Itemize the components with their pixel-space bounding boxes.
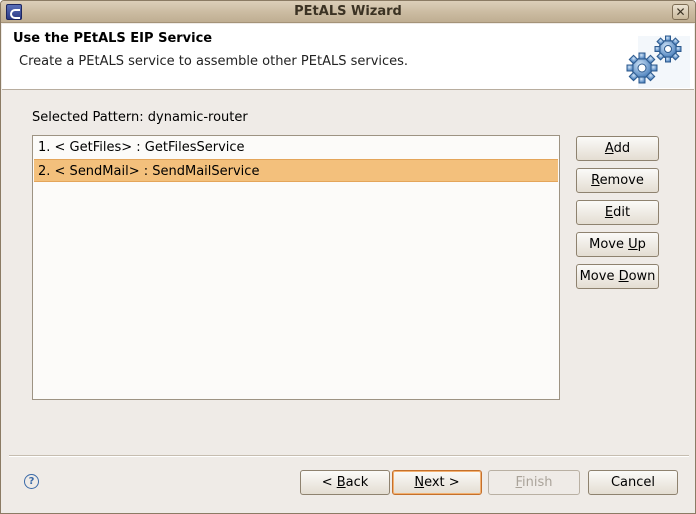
- list-item[interactable]: 1. < GetFiles> : GetFilesService: [34, 136, 558, 159]
- services-list[interactable]: 1. < GetFiles> : GetFilesService 2. < Se…: [32, 135, 560, 400]
- page-title: Use the PEtALS EIP Service: [13, 31, 213, 46]
- back-button[interactable]: < Back: [300, 470, 390, 495]
- close-button[interactable]: ✕: [672, 4, 689, 20]
- window-title: PEtALS Wizard: [294, 4, 402, 19]
- wizard-header: Use the PEtALS EIP Service Create a PEtA…: [2, 24, 694, 90]
- title-bar[interactable]: PEtALS Wizard ✕: [1, 1, 695, 23]
- selected-pattern-label: Selected Pattern: dynamic-router: [32, 110, 248, 125]
- help-icon[interactable]: ?: [24, 474, 39, 489]
- next-button[interactable]: Next >: [392, 470, 482, 495]
- list-item-selected[interactable]: 2. < SendMail> : SendMailService: [34, 159, 558, 182]
- cancel-button[interactable]: Cancel: [588, 470, 678, 495]
- page-description: Create a PEtALS service to assemble othe…: [19, 54, 409, 69]
- finish-button[interactable]: Finish: [488, 470, 580, 495]
- move-up-button[interactable]: Move Up: [576, 232, 659, 257]
- remove-button[interactable]: Remove: [576, 168, 659, 193]
- wizard-window: PEtALS Wizard ✕ Use the PEtALS EIP Servi…: [0, 0, 696, 514]
- gears-icon: [626, 35, 690, 88]
- move-down-button[interactable]: Move Down: [576, 264, 659, 289]
- footer-separator: [9, 455, 689, 457]
- add-button[interactable]: Add: [576, 136, 659, 161]
- edit-button[interactable]: Edit: [576, 200, 659, 225]
